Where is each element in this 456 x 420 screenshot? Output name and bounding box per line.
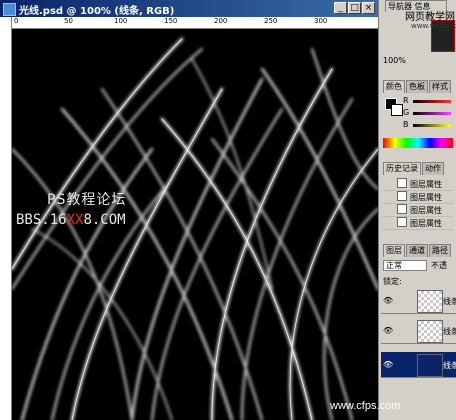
ruler-tick: 50 [64,17,73,25]
opacity-label: 不透 [431,261,447,270]
eye-icon[interactable]: 👁 [383,360,393,370]
watermark-forum-title: PS教程论坛 [47,192,127,208]
history-step-icon [397,191,407,201]
layer-row-selected[interactable]: 👁 线条 [381,352,456,378]
blend-mode-select[interactable]: 正常 [383,260,427,271]
label-g: G [403,108,410,117]
label-b: B [403,120,409,129]
eye-icon[interactable]: 👁 [383,326,393,336]
history-item[interactable]: 图层属性 [383,217,453,230]
tab-paths[interactable]: 路径 [429,244,451,257]
site-watermark-top: 网页教学网 [405,12,455,23]
tab-swatches[interactable]: 色板 [406,80,428,93]
layer-thumbnail [417,320,443,343]
history-item-label: 图层属性 [410,219,442,228]
slider-r[interactable] [413,100,451,103]
history-item-label: 图层属性 [410,180,442,189]
watermark-url-part: BBS.16 [16,212,67,228]
tab-color[interactable]: 颜色 [383,80,405,93]
site-watermark-bottom: www.cfps.com [330,400,401,412]
history-step-icon [397,204,407,214]
tab-styles[interactable]: 样式 [429,80,451,93]
maximize-button[interactable]: □ [348,2,361,14]
document-titlebar[interactable]: 光线.psd @ 100% (线条, RGB) _ □ × [0,0,378,17]
minimize-button[interactable]: _ [334,2,347,14]
layer-name: 线条 [443,327,456,336]
history-item-label: 图层属性 [410,193,442,202]
site-watermark-top-url: www.webjx.com [411,22,456,30]
history-item-label: 图层属性 [410,206,442,215]
photoshop-doc-icon [3,3,16,16]
color-panel-tabs: 颜色 色板 样式 [383,80,453,93]
tab-history[interactable]: 历史记录 [383,162,421,175]
horizontal-ruler[interactable]: 0 50 100 150 200 250 300 [12,17,378,29]
tab-channels[interactable]: 通道 [406,244,428,257]
history-item[interactable]: 图层属性 [383,204,453,217]
layer-name: 线条 [443,361,456,370]
vertical-ruler[interactable] [0,17,12,420]
background-color-swatch[interactable] [391,104,403,116]
layer-thumbnail [417,354,443,377]
watermark-url-red: XX [66,212,84,228]
history-item[interactable]: 图层属性 [383,178,453,191]
ruler-tick: 150 [164,17,178,25]
tab-layers[interactable]: 图层 [383,244,405,257]
slider-g[interactable] [413,112,451,115]
ruler-tick: 250 [264,17,278,25]
right-panel-dock: 导航器 信息 100% 颜色 色板 样式 R G B 历史记录 动作 图层属性 … [378,0,456,420]
layers-panel-tabs: 图层 通道 路径 [383,244,453,257]
history-step-icon [397,178,407,188]
close-button[interactable]: × [362,2,375,14]
slider-b[interactable] [413,124,451,127]
layer-thumbnail [417,290,443,313]
layer-row[interactable]: 👁 线条 [381,288,456,314]
watermark-forum-url: BBS.16XX8.COM [16,212,126,228]
history-item[interactable]: 图层属性 [383,191,453,204]
history-step-icon [397,217,407,227]
ruler-tick: 200 [214,17,228,25]
ruler-tick: 0 [14,17,19,25]
history-panel-tabs: 历史记录 动作 [383,162,453,175]
canvas-area[interactable]: PS教程论坛 BBS.16XX8.COM [12,29,378,420]
tab-actions[interactable]: 动作 [422,162,444,175]
document-window: 光线.psd @ 100% (线条, RGB) _ □ × 0 50 100 1… [0,0,378,420]
lock-options: 锁定: [383,277,402,286]
watermark-url-part: 8.COM [83,212,126,228]
eye-icon[interactable]: 👁 [383,296,393,306]
ruler-tick: 100 [114,17,128,25]
layer-name: 线条 [443,297,456,306]
layer-row[interactable]: 👁 线条 [381,318,456,344]
document-title: 光线.psd @ 100% (线条, RGB) [19,6,175,17]
ruler-tick: 300 [314,17,328,25]
label-r: R [403,96,409,105]
color-spectrum-bar[interactable] [383,138,453,148]
navigator-zoom[interactable]: 100% [383,56,406,65]
